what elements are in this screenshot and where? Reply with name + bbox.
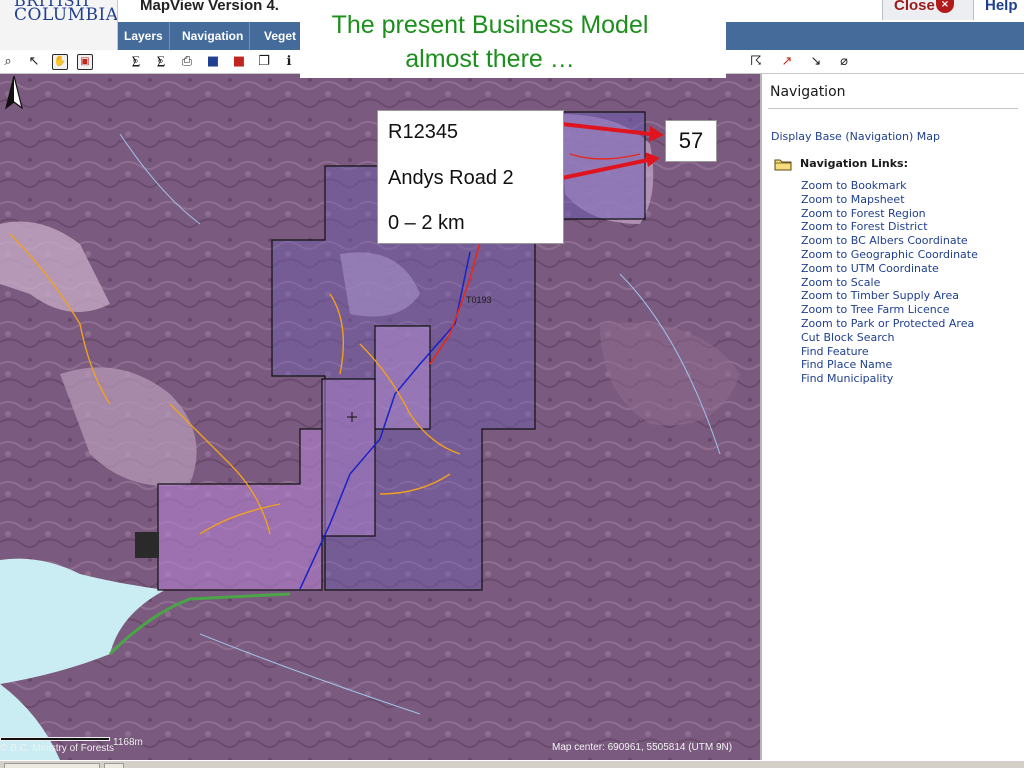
nav-link-zoom-forest-region[interactable]: Zoom to Forest Region [801, 207, 978, 221]
eraser-icon[interactable]: ⌀ [836, 54, 852, 70]
overlay-title: The present Business Model almost there … [331, 11, 649, 73]
bc-logo: BRITISH COLUMBIA [0, 0, 118, 22]
display-base-map-link[interactable]: Display Base (Navigation) Map [771, 130, 940, 143]
nav-link-zoom-forest-district[interactable]: Zoom to Forest District [801, 220, 978, 234]
scale-distance: 1168m [113, 737, 143, 748]
nav-link-zoom-scale[interactable]: Zoom to Scale [801, 276, 978, 290]
draw-line-icon[interactable]: ↘ [808, 54, 824, 70]
copyright-text: © B.C. Ministry of Forests [0, 743, 115, 754]
panel-title: Navigation [770, 84, 846, 100]
identify-icon[interactable]: ▣ [77, 54, 93, 70]
nav-link-zoom-geographic[interactable]: Zoom to Geographic Coordinate [801, 248, 978, 262]
logo-line-2: COLUMBIA [14, 5, 118, 23]
tab-navigation[interactable]: Navigation [176, 22, 251, 50]
nav-link-find-feature[interactable]: Find Feature [801, 345, 978, 359]
info-icon[interactable]: ℹ [281, 54, 297, 70]
tab-bar-spacer [0, 22, 118, 50]
app-title: MapView Version 4. [140, 0, 279, 14]
status-bar [0, 760, 1024, 768]
navigation-links-header: Navigation Links: [800, 157, 908, 170]
hand-icon[interactable]: ✋ [52, 54, 68, 70]
nav-link-cut-block-search[interactable]: Cut Block Search [801, 331, 978, 345]
navigation-links-list: Zoom to Bookmark Zoom to Mapsheet Zoom t… [801, 179, 978, 386]
folder-icon [774, 159, 792, 171]
close-label: Close [894, 0, 935, 14]
close-button[interactable]: Close × [882, 0, 974, 20]
cutblock-info-box: R12345 Andys Road 2 0 – 2 km [377, 110, 564, 244]
print-icon[interactable]: ⎙ [179, 54, 195, 70]
status-cell [4, 763, 100, 768]
save-as-icon[interactable]: ■ [231, 54, 247, 70]
nav-link-zoom-utm[interactable]: Zoom to UTM Coordinate [801, 262, 978, 276]
nav-link-zoom-bookmark[interactable]: Zoom to Bookmark [801, 179, 978, 193]
help-link[interactable]: Help [985, 0, 1018, 14]
info-line-road: Andys Road 2 [388, 167, 514, 189]
mapview-app: BRITISH COLUMBIA MapView Version 4. Clos… [0, 0, 1024, 768]
close-icon: × [936, 0, 954, 13]
nav-link-zoom-bc-albers[interactable]: Zoom to BC Albers Coordinate [801, 234, 978, 248]
panel-divider [768, 108, 1018, 109]
navigation-panel: Navigation Display Base (Navigation) Map… [760, 74, 1024, 760]
tab-layers[interactable]: Layers [118, 22, 170, 50]
nav-link-find-municipality[interactable]: Find Municipality [801, 372, 978, 386]
number-callout: 57 [665, 120, 717, 162]
info-line-licence: R12345 [388, 121, 459, 143]
overlay-title-box: The present Business Model almost there … [300, 0, 726, 78]
logo-text: BRITISH COLUMBIA [14, 0, 118, 23]
measure-icon[interactable]: ☈ [748, 54, 764, 70]
scale-bar [0, 737, 110, 741]
pointer-icon[interactable]: ↗ [779, 54, 795, 70]
print-setup-icon[interactable]: ⨊ [153, 54, 169, 70]
open-folder-icon[interactable]: ❐ [256, 54, 272, 70]
status-cell [104, 763, 124, 768]
tab-vegetation[interactable]: Veget [258, 22, 304, 50]
save-icon[interactable]: ■ [205, 54, 221, 70]
nav-link-zoom-mapsheet[interactable]: Zoom to Mapsheet [801, 193, 978, 207]
print-preview-icon[interactable]: ⨊ [128, 54, 144, 70]
road-label: T0193 [466, 295, 492, 305]
zoom-icon[interactable]: ⌕ [0, 54, 16, 70]
nav-link-zoom-timber-supply[interactable]: Zoom to Timber Supply Area [801, 289, 978, 303]
nav-link-find-place-name[interactable]: Find Place Name [801, 358, 978, 372]
nav-link-zoom-park[interactable]: Zoom to Park or Protected Area [801, 317, 978, 331]
info-line-distance: 0 – 2 km [388, 212, 465, 234]
north-arrow-icon [5, 75, 23, 110]
pan-back-icon[interactable]: ↖ [26, 54, 42, 70]
map-center-readout: Map center: 690961, 5505814 (UTM 9N) [552, 742, 733, 753]
nav-link-zoom-tree-farm[interactable]: Zoom to Tree Farm Licence [801, 303, 978, 317]
